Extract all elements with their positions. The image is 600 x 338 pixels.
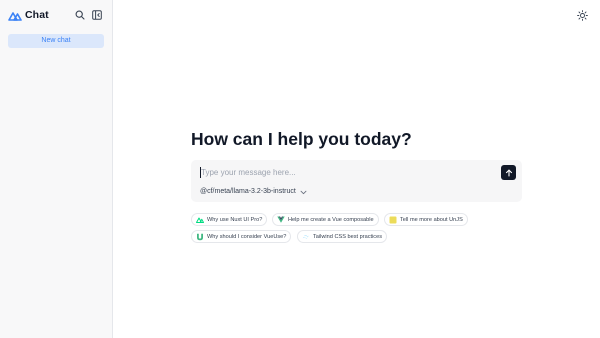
tailwind-icon [302, 233, 310, 241]
nuxt-icon [196, 216, 204, 224]
page-title: How can I help you today? [191, 129, 412, 149]
sun-icon[interactable] [576, 9, 588, 21]
suggestion-label: Tailwind CSS best practices [313, 233, 383, 240]
chevron-down-icon [300, 182, 307, 200]
suggestion-label: Help me create a Vue composable [288, 216, 374, 223]
brand[interactable]: Chat [8, 8, 49, 22]
vue-icon [277, 216, 285, 224]
message-input[interactable] [201, 166, 491, 179]
suggestion-chip[interactable]: Why use Nuxt UI Pro? [191, 213, 268, 226]
vueuse-icon [196, 233, 204, 241]
brand-name: Chat [25, 9, 49, 21]
sidebar-toggle-icon[interactable] [91, 9, 103, 21]
sidebar: Chat New chat [0, 0, 113, 338]
suggestion-chip[interactable]: Tell me more about UnJS [384, 213, 468, 226]
suggestion-chip[interactable]: Help me create a Vue composable [272, 213, 379, 226]
arrow-up-icon [505, 164, 513, 182]
new-chat-button[interactable]: New chat [8, 34, 104, 48]
suggestion-chip[interactable]: Tailwind CSS best practices [297, 230, 388, 243]
logo-icon [8, 10, 22, 21]
unjs-icon [389, 216, 397, 224]
suggestion-label: Tell me more about UnJS [400, 216, 463, 223]
search-icon[interactable] [74, 9, 86, 21]
model-select[interactable]: @cf/meta/llama-3.2-3b-instruct [200, 186, 307, 196]
suggestion-label: Why should I consider VueUse? [207, 233, 287, 240]
model-name: @cf/meta/llama-3.2-3b-instruct [200, 187, 296, 195]
send-button[interactable] [501, 165, 516, 180]
suggestion-chip[interactable]: Why should I consider VueUse? [191, 230, 292, 243]
suggestion-label: Why use Nuxt UI Pro? [207, 216, 263, 223]
